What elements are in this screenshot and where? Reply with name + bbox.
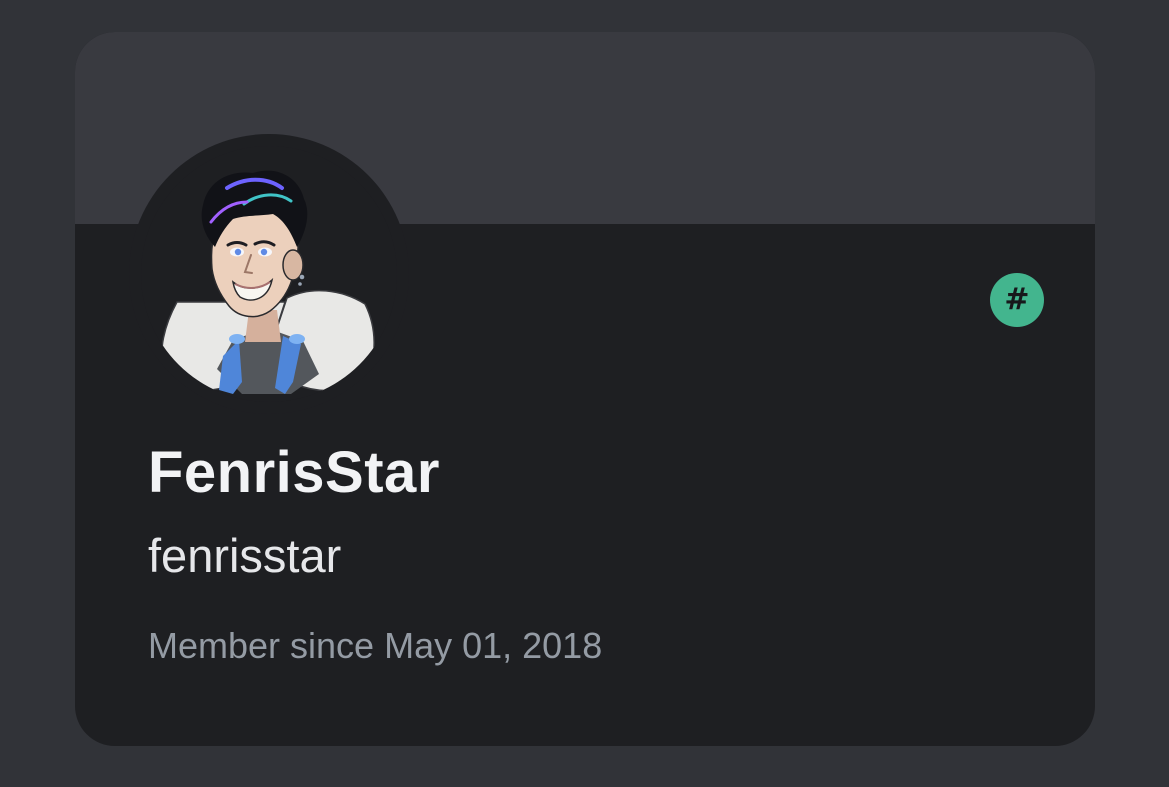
member-since: Member since May 01, 2018 (148, 625, 603, 666)
avatar[interactable] (141, 146, 397, 402)
hashtag-badge-icon[interactable]: # (990, 273, 1044, 327)
display-name: FenrisStar (148, 440, 440, 505)
username: fenrisstar (148, 529, 342, 582)
avatar-icon (141, 146, 397, 402)
profile-card: # FenrisStar fenrisstar Member since May… (75, 32, 1095, 746)
